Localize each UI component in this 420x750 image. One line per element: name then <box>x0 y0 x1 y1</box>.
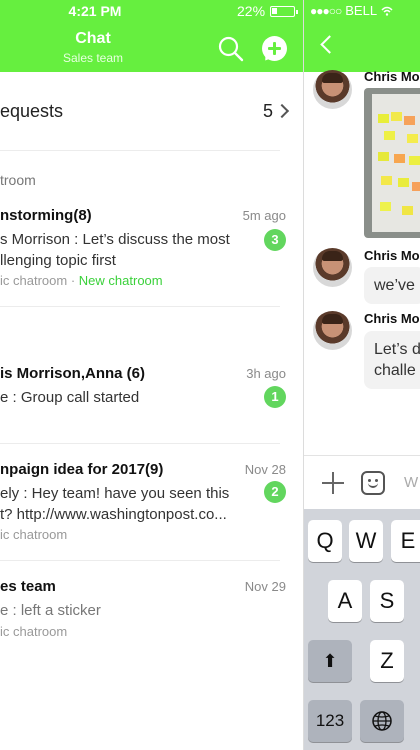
avatar[interactable] <box>313 311 352 350</box>
sticky-note <box>378 114 389 123</box>
divider <box>0 306 280 307</box>
sticky-note <box>407 134 418 143</box>
carrier-status: ●●●○○ BELL <box>310 3 393 18</box>
sender-name: Chris Mor <box>364 248 420 263</box>
key-w[interactable]: W <box>349 520 383 562</box>
message-input-bar: W <box>304 455 420 509</box>
chat-time: Nov 28 <box>244 462 286 477</box>
sticky-note <box>391 112 402 121</box>
key-a[interactable]: A <box>328 580 362 622</box>
sticker-eye <box>375 479 378 482</box>
battery-status: 22% <box>237 3 299 19</box>
chat-preview: ely : Hey team! have you seen this t? ht… <box>0 485 230 523</box>
chat-title: es team <box>0 578 56 595</box>
sticky-notes-photo <box>372 94 420 232</box>
page-subtitle: Sales team <box>62 51 124 65</box>
chatroom-header: ●●●○○ BELL <box>304 0 420 72</box>
section-label: troom <box>0 172 36 188</box>
sticky-note <box>404 116 415 125</box>
back-arrow-icon[interactable] <box>320 35 339 54</box>
avatar[interactable] <box>313 248 352 287</box>
unread-badge: 1 <box>264 386 286 408</box>
globe-key[interactable] <box>360 700 404 742</box>
key-e[interactable]: E <box>391 520 420 562</box>
globe-icon <box>372 711 392 731</box>
chat-type: ic chatroom <box>0 527 68 542</box>
sender-name: Chris Mor <box>364 69 420 84</box>
numbers-key[interactable]: 123 <box>308 700 352 742</box>
plus-icon[interactable] <box>322 472 344 494</box>
divider <box>0 150 280 151</box>
sticky-note <box>398 178 409 187</box>
meta-separator: · <box>70 273 76 288</box>
chevron-right-icon <box>274 103 290 119</box>
chat-preview: e : left a sticker <box>0 602 101 619</box>
unread-badge: 2 <box>264 481 286 503</box>
chat-time: 5m ago <box>242 208 286 223</box>
sticky-note <box>384 131 395 140</box>
sticky-note <box>409 156 420 165</box>
sticker-mouth <box>368 483 378 488</box>
key-q[interactable]: Q <box>308 520 342 562</box>
requests-row[interactable]: equests 5 <box>0 73 303 150</box>
divider <box>0 443 280 444</box>
signal-strength: ●●●○○ <box>310 3 342 18</box>
chatroom-pane: ●●●○○ BELL Chris Mor Chris Mor we’ve Chr… <box>303 0 420 750</box>
key-z[interactable]: Z <box>370 640 404 682</box>
page-title: Chat <box>75 30 111 47</box>
chat-preview: e : Group call started <box>0 389 140 406</box>
sticker-icon[interactable] <box>361 471 385 495</box>
chat-preview: s Morrison : Let’s discuss the most llen… <box>0 231 230 269</box>
keyboard: Q W E A S ⬆ Z 123 <box>304 509 420 750</box>
battery-icon <box>270 5 299 17</box>
message-bubble[interactable]: we’ve <box>364 267 420 304</box>
shift-key[interactable]: ⬆ <box>308 640 352 682</box>
chat-list-pane: 4:21 PM 22% Chat Sales team equests 5 tr… <box>0 0 303 750</box>
status-time: 4:21 PM <box>68 3 122 19</box>
chat-list-item[interactable]: nstorming(8) 5m ago s Morrison : Let’s d… <box>0 207 303 305</box>
chat-time: Nov 29 <box>244 579 286 594</box>
message-input[interactable]: W <box>404 474 418 491</box>
sticky-note <box>394 154 405 163</box>
sender-name: Chris Mor <box>364 311 420 326</box>
search-icon[interactable] <box>217 35 245 63</box>
sticky-note <box>402 206 413 215</box>
avatar[interactable] <box>313 70 352 109</box>
chat-list-header: 4:21 PM 22% Chat Sales team <box>0 0 303 72</box>
sticker-eye <box>368 479 371 482</box>
photo-message[interactable] <box>364 88 420 238</box>
message-bubble[interactable]: Let’s d challe <box>364 331 420 389</box>
sticky-note <box>378 152 389 161</box>
chat-list-item[interactable]: npaign idea for 2017(9) Nov 28 ely : Hey… <box>0 461 303 557</box>
sticky-note <box>381 176 392 185</box>
divider <box>0 560 280 561</box>
carrier-name: BELL <box>345 3 378 18</box>
chat-title: is Morrison,Anna (6) <box>0 365 146 382</box>
chat-type: ic chatroom <box>0 273 68 288</box>
battery-percent: 22% <box>237 3 266 19</box>
chat-list-item[interactable]: is Morrison,Anna (6) 3h ago e : Group ca… <box>0 365 303 435</box>
new-chatroom-label: New chatroom <box>78 273 163 288</box>
chat-type: ic chatroom <box>0 624 68 639</box>
chat-meta: ic chatroom · New chatroom <box>0 273 163 288</box>
chat-list-item[interactable]: es team Nov 29 e : left a sticker ic cha… <box>0 578 303 658</box>
unread-badge: 3 <box>264 229 286 251</box>
chat-title: npaign idea for 2017(9) <box>0 461 164 478</box>
sticky-note <box>412 182 420 191</box>
key-s[interactable]: S <box>370 580 404 622</box>
requests-label: equests <box>0 101 64 121</box>
chat-time: 3h ago <box>246 366 286 381</box>
requests-count: 5 <box>262 101 273 121</box>
sticky-note <box>380 202 391 211</box>
chat-title: nstorming(8) <box>0 207 92 224</box>
wifi-icon <box>381 6 393 16</box>
